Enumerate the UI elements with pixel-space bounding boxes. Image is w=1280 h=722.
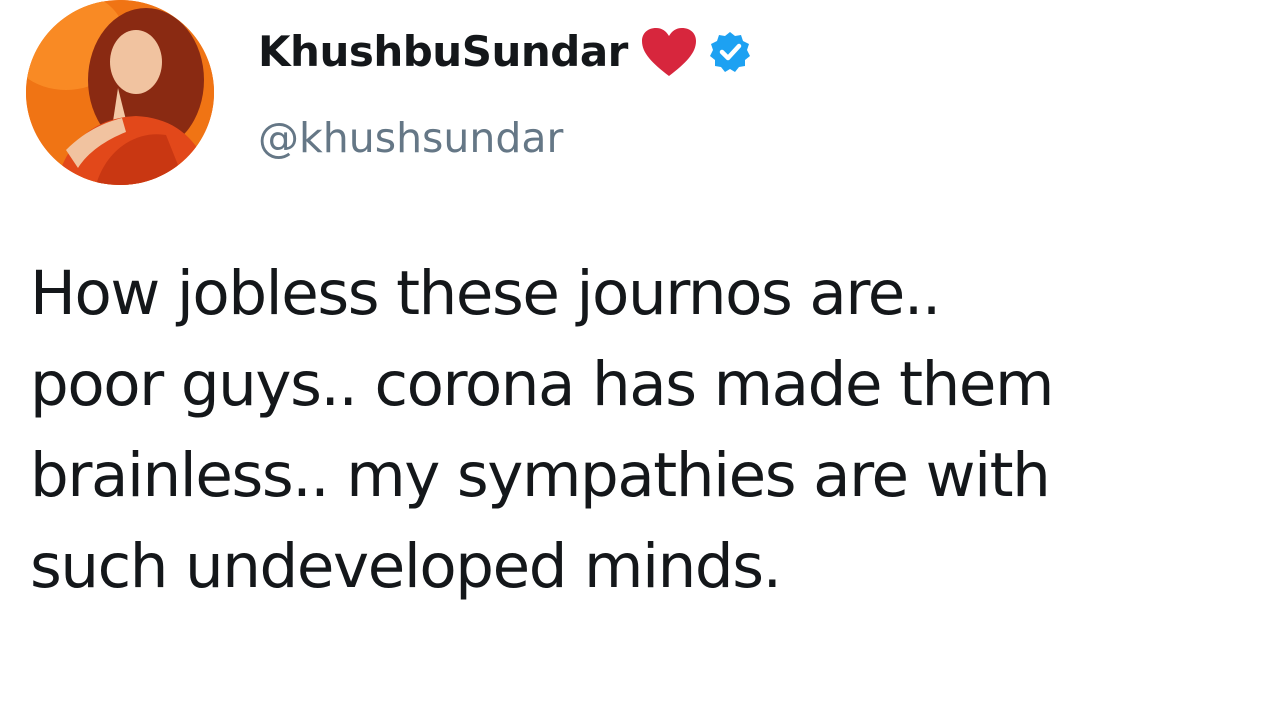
author-handle[interactable]: @khushsundar	[258, 114, 563, 163]
verified-icon	[708, 30, 752, 74]
avatar-image	[26, 0, 214, 185]
display-name[interactable]: KhushbuSundar	[258, 31, 628, 73]
tweet-text-line: How jobless these journos are..	[30, 258, 941, 329]
author-name-row: KhushbuSundar	[258, 20, 752, 84]
tweet-card: KhushbuSundar @khushsundar How jobless t…	[0, 0, 1280, 722]
tweet-text-line: brainless.. my sympathies are with	[30, 440, 1051, 511]
tweet-text-line: poor guys.. corona has made them	[30, 349, 1054, 420]
tweet-text-line: such undeveloped minds.	[30, 531, 782, 602]
tweet-text: How jobless these journos are.. poor guy…	[30, 248, 1270, 612]
profile-avatar[interactable]	[26, 0, 214, 185]
heart-icon	[640, 26, 698, 78]
